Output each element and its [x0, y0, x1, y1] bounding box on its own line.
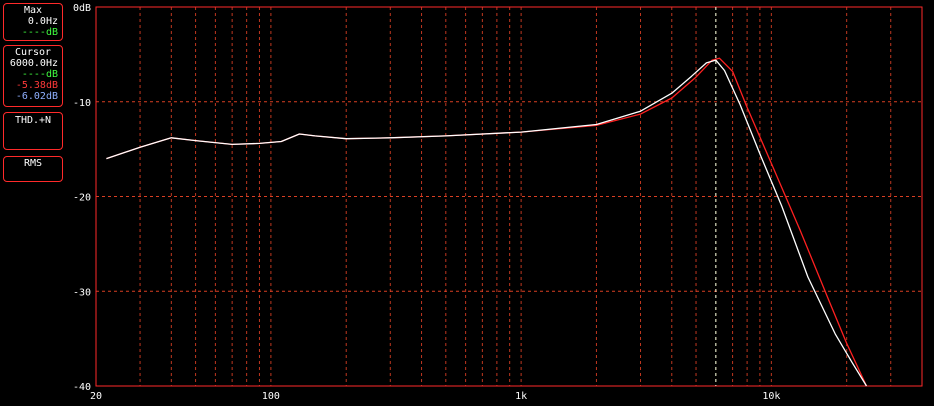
- y-tick-label: -30: [73, 287, 91, 298]
- y-tick-label: -10: [73, 98, 91, 109]
- frequency-response-chart[interactable]: 20 100 1k 10k 0dB -10 -20 -30 -40: [0, 0, 934, 406]
- x-tick-label: 100: [262, 391, 280, 402]
- x-tick-label: 20: [90, 391, 102, 402]
- series-white-line: [106, 59, 868, 387]
- y-tick-label: -40: [73, 382, 91, 393]
- y-tick-label: 0dB: [73, 3, 91, 14]
- series-red-line: [106, 57, 868, 387]
- x-tick-label: 1k: [515, 391, 527, 402]
- y-tick-label: -20: [73, 193, 91, 204]
- x-tick-label: 10k: [762, 391, 780, 402]
